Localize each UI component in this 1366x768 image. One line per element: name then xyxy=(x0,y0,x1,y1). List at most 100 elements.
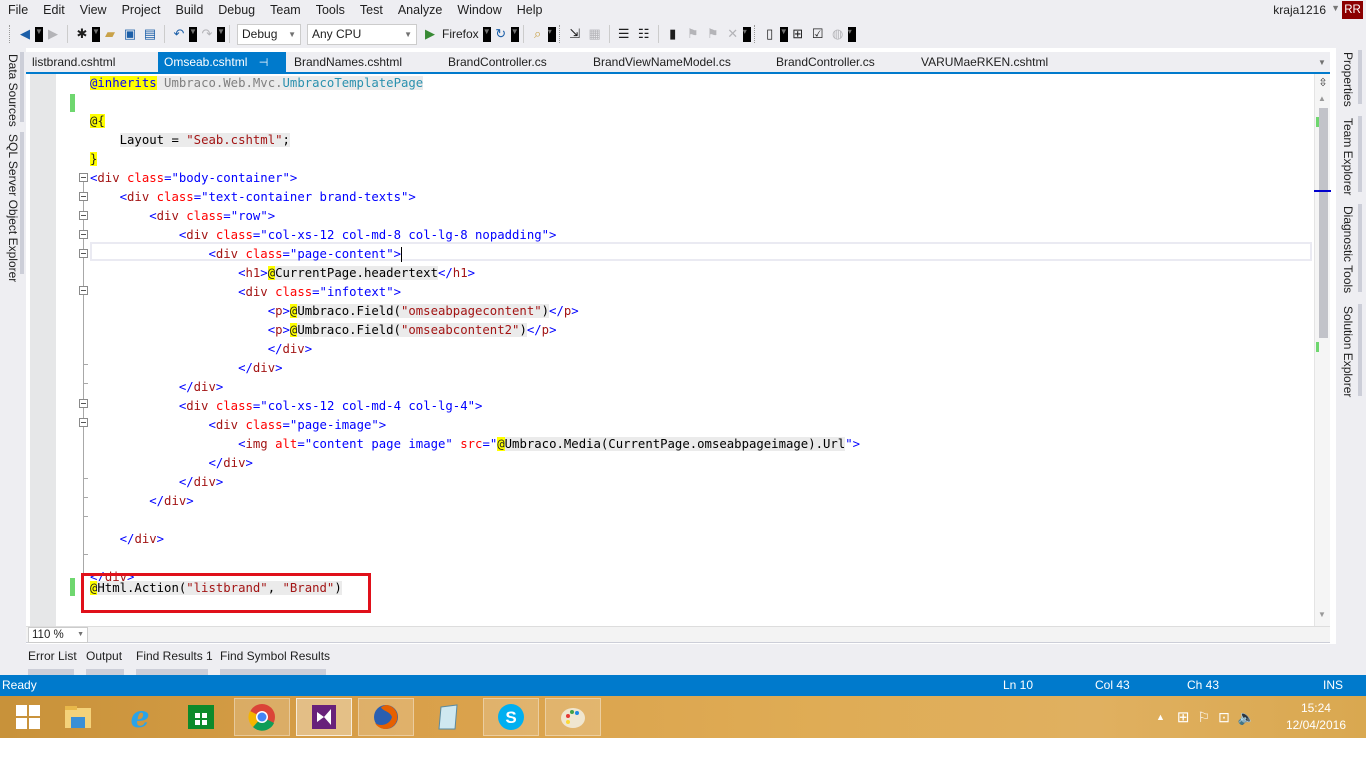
new-project-icon[interactable]: ✱ xyxy=(74,23,90,45)
collapse-icon[interactable] xyxy=(79,399,88,408)
publish-icon[interactable]: ☑ xyxy=(810,23,826,45)
scroll-up-icon[interactable]: ▲ xyxy=(1318,94,1326,103)
menu-team[interactable]: Team xyxy=(262,3,308,17)
save-all-icon[interactable]: ▤ xyxy=(142,23,158,45)
menu-debug[interactable]: Debug xyxy=(210,3,262,17)
back-dropdown-icon[interactable]: ▼ xyxy=(35,26,43,42)
toolbar-overflow-icon[interactable]: ▾ xyxy=(547,26,556,42)
undo-dropdown-icon[interactable]: ▼ xyxy=(189,26,197,42)
refresh-icon[interactable]: ↻ xyxy=(493,23,509,45)
menu-tools[interactable]: Tools xyxy=(308,3,352,17)
taskbar-paint[interactable] xyxy=(545,698,601,736)
taskbar-store[interactable] xyxy=(173,698,229,736)
solution-explorer-panel-tab[interactable]: Solution Explorer xyxy=(1341,306,1355,397)
diagnostic-tools-panel-tab[interactable]: Diagnostic Tools xyxy=(1341,206,1355,293)
menu-edit[interactable]: Edit xyxy=(35,3,72,17)
forward-icon[interactable]: ▶ xyxy=(45,23,61,45)
menu-analyze[interactable]: Analyze xyxy=(390,3,449,17)
solution-configuration-dropdown[interactable]: Debug ▼ xyxy=(237,23,301,45)
data-sources-panel-tab[interactable]: Data Sources xyxy=(6,54,20,127)
output-tab[interactable]: Output xyxy=(86,649,122,663)
taskbar-internet-explorer[interactable]: e xyxy=(112,698,168,736)
taskbar-visual-studio[interactable] xyxy=(296,698,352,736)
web-icon[interactable]: ◍ xyxy=(830,23,846,45)
collapse-icon[interactable] xyxy=(79,230,88,239)
menu-project[interactable]: Project xyxy=(114,3,168,17)
tab-brandviewnamemodel-cs[interactable]: BrandViewNameModel.cs xyxy=(587,52,731,73)
tab-omseab-cshtml[interactable]: Omseab.cshtml ⊣ ✕ xyxy=(158,52,286,91)
taskbar-skype[interactable]: S xyxy=(483,698,539,736)
scrollbar-thumb[interactable] xyxy=(1319,108,1328,338)
uncomment-icon[interactable]: ☷ xyxy=(636,23,652,45)
code-editor[interactable]: @inherits Umbraco.Web.Mvc.UmbracoTemplat… xyxy=(26,74,1331,626)
tab-brandnames-cshtml[interactable]: BrandNames.cshtml xyxy=(288,52,402,73)
vertical-scrollbar[interactable]: ⇳ ▲ ▼ xyxy=(1314,74,1331,626)
start-target-label[interactable]: Firefox xyxy=(442,27,479,41)
start-button[interactable] xyxy=(0,698,56,736)
network-icon[interactable]: ⊡ xyxy=(1218,709,1230,726)
next-bookmark-icon[interactable]: ⚑ xyxy=(705,23,721,45)
comment-icon[interactable]: ☰ xyxy=(616,23,632,45)
file-properties-icon[interactable]: ▯ xyxy=(762,23,778,45)
user-avatar[interactable]: RR xyxy=(1342,1,1363,19)
taskbar-file-explorer[interactable] xyxy=(50,698,106,736)
redo-icon[interactable]: ↷ xyxy=(199,23,215,45)
action-center-windows-icon[interactable]: ⊞ xyxy=(1177,708,1190,726)
start-icon[interactable]: ▶ xyxy=(422,23,438,45)
show-hidden-icons-icon[interactable]: ▲ xyxy=(1156,712,1165,722)
menu-view[interactable]: View xyxy=(72,3,114,17)
toolbar-grip[interactable] xyxy=(558,25,562,43)
zoom-level-dropdown[interactable]: 110 % ▼ xyxy=(28,627,88,643)
toolbar-overflow-icon[interactable]: ▾ xyxy=(847,26,856,42)
toggle-panel-icon[interactable]: ▦ xyxy=(587,23,603,45)
collapse-icon[interactable] xyxy=(79,173,88,182)
menu-help[interactable]: Help xyxy=(509,3,550,17)
menu-test[interactable]: Test xyxy=(352,3,390,17)
find-results-1-tab[interactable]: Find Results 1 xyxy=(136,649,213,663)
open-file-icon[interactable]: ▰ xyxy=(102,23,118,45)
sql-server-object-explorer-tab[interactable]: SQL Server Object Explorer xyxy=(6,134,20,282)
toolbar-grip[interactable] xyxy=(753,25,757,43)
tab-varumaerken-cshtml[interactable]: VARUMaeRKEN.cshtml xyxy=(915,52,1048,73)
team-explorer-panel-tab[interactable]: Team Explorer xyxy=(1341,118,1355,195)
new-item-icon[interactable]: ⊞ xyxy=(790,23,806,45)
pin-icon[interactable]: ⊣ xyxy=(259,57,269,69)
properties-panel-tab[interactable]: Properties xyxy=(1341,52,1355,107)
solution-platform-dropdown[interactable]: Any CPU ▼ xyxy=(307,23,417,45)
scroll-down-icon[interactable]: ▼ xyxy=(1318,610,1326,619)
flag-icon[interactable]: ⚐ xyxy=(1198,709,1211,726)
save-icon[interactable]: ▣ xyxy=(122,23,138,45)
step-into-icon[interactable]: ⇲ xyxy=(567,23,583,45)
collapse-icon[interactable] xyxy=(79,418,88,427)
volume-icon[interactable]: 🔈 xyxy=(1238,709,1255,726)
tab-listbrand-cshtml[interactable]: listbrand.cshtml xyxy=(26,52,115,73)
clear-bookmarks-icon[interactable]: ✕ xyxy=(725,23,741,45)
taskbar-notepad[interactable] xyxy=(420,698,476,736)
back-icon[interactable]: ◀ xyxy=(17,23,33,45)
toolbar-grip[interactable] xyxy=(9,25,12,43)
file-properties-dropdown-icon[interactable]: ▼ xyxy=(779,26,788,42)
menu-file[interactable]: File xyxy=(0,3,35,17)
tab-brandcontroller-cs[interactable]: BrandController.cs xyxy=(442,52,547,73)
menu-window[interactable]: Window xyxy=(449,3,508,17)
bookmark-icon[interactable]: ▮ xyxy=(665,23,681,45)
menu-build[interactable]: Build xyxy=(167,3,210,17)
new-project-dropdown-icon[interactable]: ▼ xyxy=(92,26,100,42)
redo-dropdown-icon[interactable]: ▼ xyxy=(217,26,225,42)
split-window-icon[interactable]: ⇳ xyxy=(1315,76,1331,90)
taskbar-firefox[interactable] xyxy=(358,698,414,736)
tab-brandcontroller-cs-2[interactable]: BrandController.cs xyxy=(770,52,875,73)
taskbar-chrome[interactable] xyxy=(234,698,290,736)
undo-icon[interactable]: ↶ xyxy=(171,23,187,45)
start-target-dropdown-icon[interactable]: ▼ xyxy=(482,26,491,42)
code-area[interactable]: @inherits Umbraco.Web.Mvc.UmbracoTemplat… xyxy=(26,74,1314,626)
find-in-files-icon[interactable]: ⌕ xyxy=(530,23,546,45)
tab-overflow-dropdown-icon[interactable]: ▼ xyxy=(1318,58,1326,67)
user-account-name[interactable]: kraja1216 xyxy=(1273,3,1326,17)
collapse-icon[interactable] xyxy=(79,249,88,258)
system-clock[interactable]: 15:24 12/04/2016 xyxy=(1286,700,1346,734)
collapse-icon[interactable] xyxy=(79,286,88,295)
user-menu-caret-icon[interactable]: ▼ xyxy=(1331,3,1340,13)
collapse-icon[interactable] xyxy=(79,211,88,220)
find-symbol-results-tab[interactable]: Find Symbol Results xyxy=(220,649,330,663)
